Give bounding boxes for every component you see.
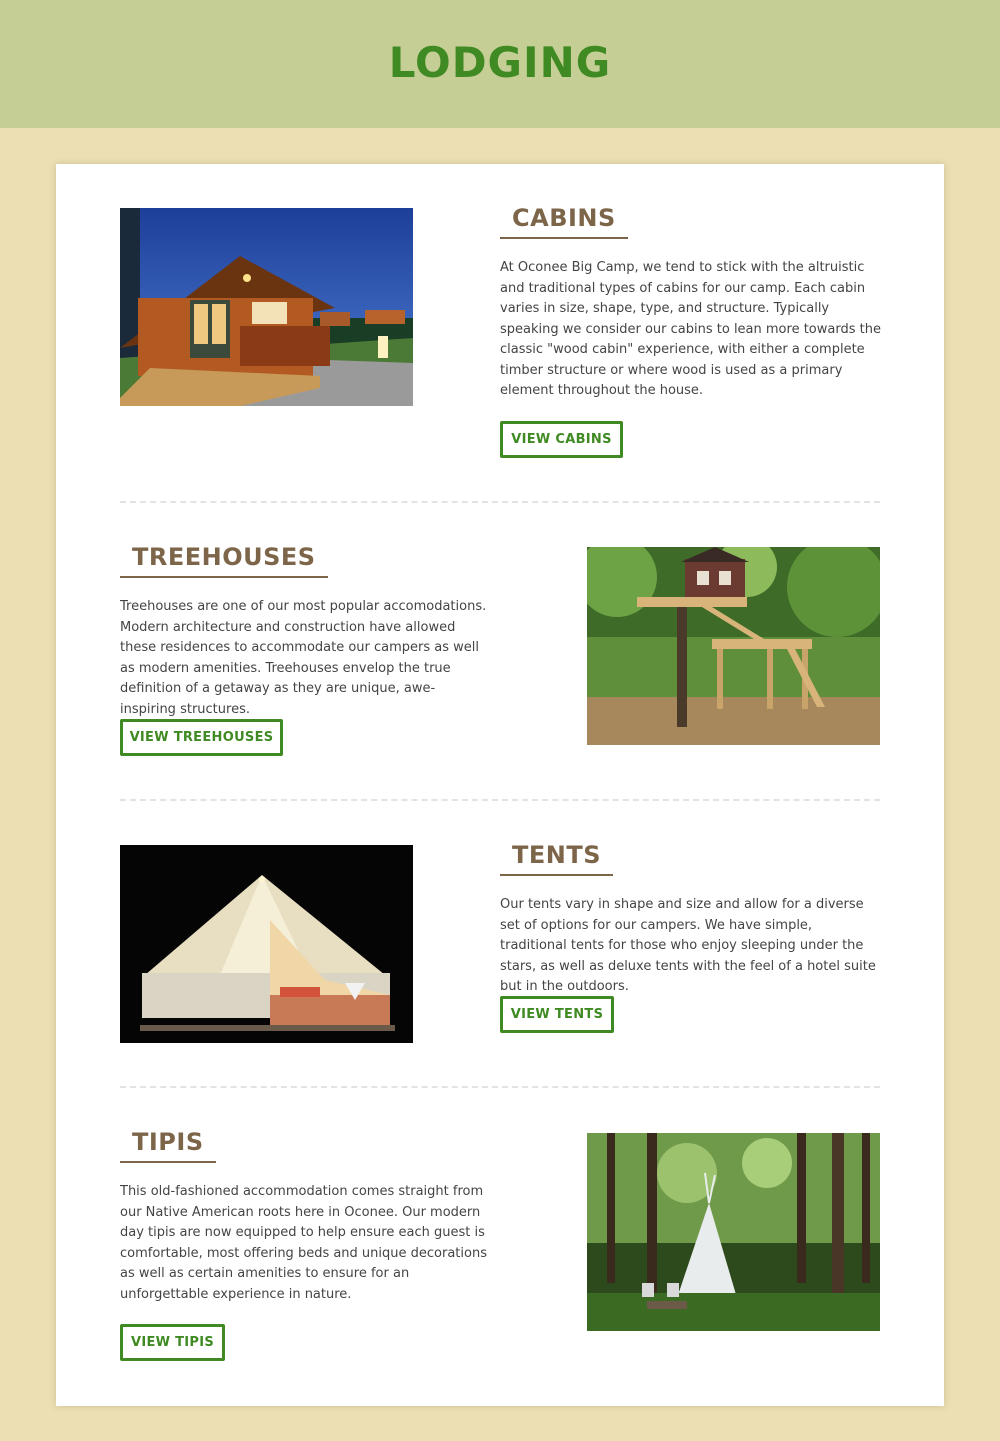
tipis-description: This old-fashioned accommodation comes s… (120, 1184, 487, 1302)
view-tents-button[interactable]: VIEW TENTS (500, 996, 614, 1033)
lodging-card: CABINS At Oconee Big Camp, we tend to st… (56, 164, 944, 1406)
tipi-photo (587, 1133, 880, 1331)
cabin-image (120, 208, 413, 406)
view-treehouses-button[interactable]: VIEW TREEHOUSES (120, 719, 283, 756)
tents-description: Our tents vary in shape and size and all… (500, 897, 876, 994)
section-divider (120, 1086, 880, 1088)
treehouses-description: Treehouses are one of our most popular a… (120, 599, 487, 717)
tipis-heading-wrap: TIPIS (120, 1128, 216, 1163)
cabins-heading-wrap: CABINS (500, 204, 628, 239)
view-cabins-button[interactable]: VIEW CABINS (500, 421, 623, 458)
view-tipis-button[interactable]: VIEW TIPIS (120, 1324, 225, 1361)
tents-heading: TENTS (500, 841, 614, 876)
tents-heading-wrap: TENTS (500, 841, 614, 876)
section-divider (120, 799, 880, 801)
treehouses-heading-wrap: TREEHOUSES (120, 543, 328, 578)
tipi-image (587, 1133, 880, 1331)
tipis-heading: TIPIS (120, 1128, 216, 1163)
cabin-photo (120, 208, 413, 406)
cabins-description: At Oconee Big Camp, we tend to stick wit… (500, 260, 881, 398)
treehouses-heading: TREEHOUSES (120, 543, 328, 578)
section-divider (120, 501, 880, 503)
tent-image (120, 845, 413, 1043)
treehouse-image (587, 547, 880, 745)
page-title: LODGING (388, 38, 612, 87)
page-header: LODGING (0, 0, 1000, 128)
tent-photo (120, 845, 413, 1043)
cabins-heading: CABINS (500, 204, 628, 239)
treehouse-photo (587, 547, 880, 745)
